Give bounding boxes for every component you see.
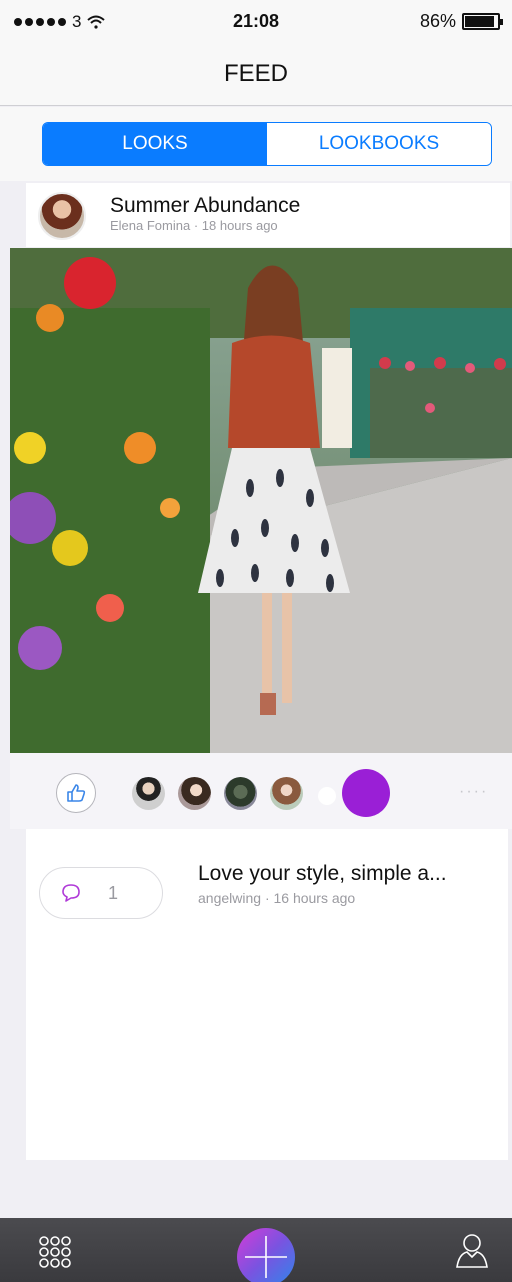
latest-comment[interactable]: Love your style, simple a...: [198, 862, 447, 886]
grid-icon[interactable]: [38, 1235, 72, 1269]
page-title: FEED: [223, 60, 288, 87]
battery-icon: [462, 13, 503, 30]
look-meta: Elena Fomina · 18 hours ago: [110, 218, 278, 233]
comment-icon: [62, 884, 80, 902]
segment-bar: LOOKS LOOKBOOKS: [0, 107, 512, 181]
more-icon[interactable]: ····: [459, 783, 488, 801]
status-bar: 3 21:08 86%: [0, 0, 512, 44]
segmented-control: LOOKS LOOKBOOKS: [42, 122, 492, 166]
liker-avatar[interactable]: [178, 777, 211, 810]
author-avatar[interactable]: [38, 192, 86, 240]
comment-meta: angelwing · 16 hours ago: [198, 890, 356, 906]
look-header[interactable]: Summer Abundance Elena Fomina · 18 hours…: [26, 183, 510, 247]
comments-panel: 1 Love your style, simple a... angelwing…: [26, 829, 508, 1160]
comment-count: 1: [108, 882, 119, 903]
battery-percent: 86%: [419, 11, 456, 31]
like-icon: [67, 784, 86, 802]
add-icon: [245, 1236, 287, 1278]
look-title: Summer Abundance: [110, 194, 301, 217]
tab-looks[interactable]: LOOKS: [43, 123, 267, 165]
indicator-dot: [318, 787, 336, 805]
comment-button[interactable]: 1: [39, 867, 163, 919]
liker-avatar[interactable]: [132, 777, 165, 810]
add-button[interactable]: [237, 1228, 295, 1282]
look-actions: ····: [10, 753, 512, 829]
tab-lookbooks[interactable]: LOOKBOOKS: [267, 123, 491, 165]
likers-list[interactable]: [132, 777, 303, 810]
liker-avatar[interactable]: [270, 777, 303, 810]
liker-avatar[interactable]: [224, 777, 257, 810]
look-photo[interactable]: [10, 248, 512, 753]
like-button[interactable]: [56, 773, 96, 813]
purple-circle[interactable]: [342, 769, 390, 817]
navigation-bar: FEED: [0, 44, 512, 106]
profile-icon[interactable]: [454, 1232, 490, 1270]
tab-bar: [0, 1218, 512, 1282]
